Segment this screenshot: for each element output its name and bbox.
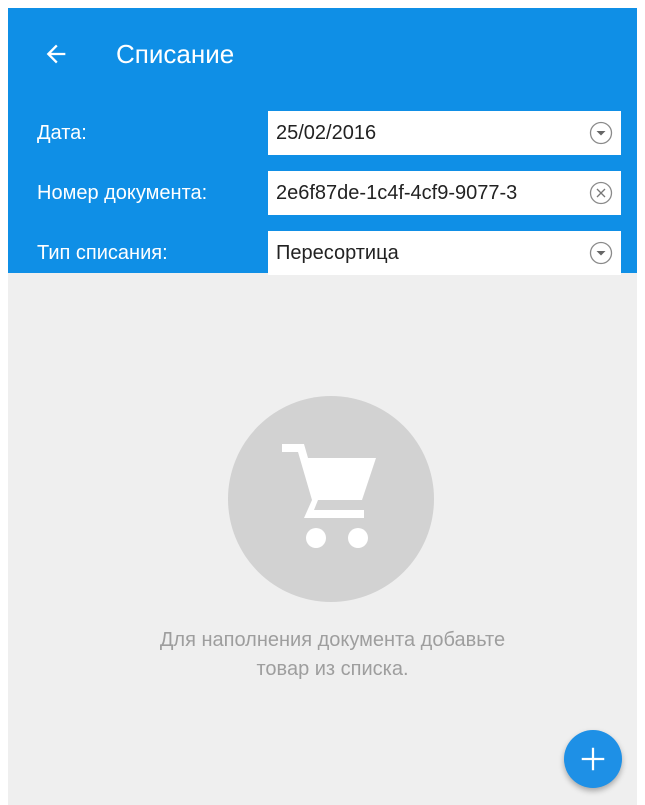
document-number-label: Номер документа: <box>37 182 208 204</box>
app-header: Списание Дата: 25/02/2016 Номер документ… <box>8 8 637 275</box>
empty-state-illustration <box>228 396 434 602</box>
document-number-value: 2e6f87de-1c4f-4cf9-9077-3 <box>276 182 518 204</box>
plus-icon <box>581 747 605 771</box>
page-title: Списание <box>116 39 235 69</box>
writeoff-type-label: Тип списания: <box>37 242 168 264</box>
shopping-cart-icon <box>282 444 376 548</box>
empty-state-message: Для наполнения документа добавьте товар … <box>68 626 597 684</box>
back-button[interactable] <box>36 34 76 74</box>
document-number-row: Номер документа: 2e6f87de-1c4f-4cf9-9077… <box>8 171 637 215</box>
date-field[interactable]: 25/02/2016 <box>268 111 621 155</box>
date-row: Дата: 25/02/2016 <box>8 111 637 155</box>
date-value: 25/02/2016 <box>276 122 377 144</box>
app-screen: Списание Дата: 25/02/2016 Номер документ… <box>8 8 637 805</box>
add-item-button[interactable] <box>564 730 622 788</box>
empty-state-message-line1: Для наполнения документа добавьте <box>159 629 506 651</box>
arrow-left-icon <box>46 44 66 64</box>
clear-circle-icon[interactable] <box>589 181 613 205</box>
chevron-down-circle-icon[interactable] <box>589 241 613 265</box>
chevron-down-circle-icon[interactable] <box>589 121 613 145</box>
writeoff-type-value: Пересортица <box>276 242 399 264</box>
writeoff-type-row: Тип списания: Пересортица <box>8 231 637 275</box>
writeoff-type-field[interactable]: Пересортица <box>268 231 621 275</box>
document-number-field[interactable]: 2e6f87de-1c4f-4cf9-9077-3 <box>268 171 621 215</box>
empty-state-message-line2: товар из списка. <box>256 658 409 680</box>
date-label: Дата: <box>37 122 87 144</box>
